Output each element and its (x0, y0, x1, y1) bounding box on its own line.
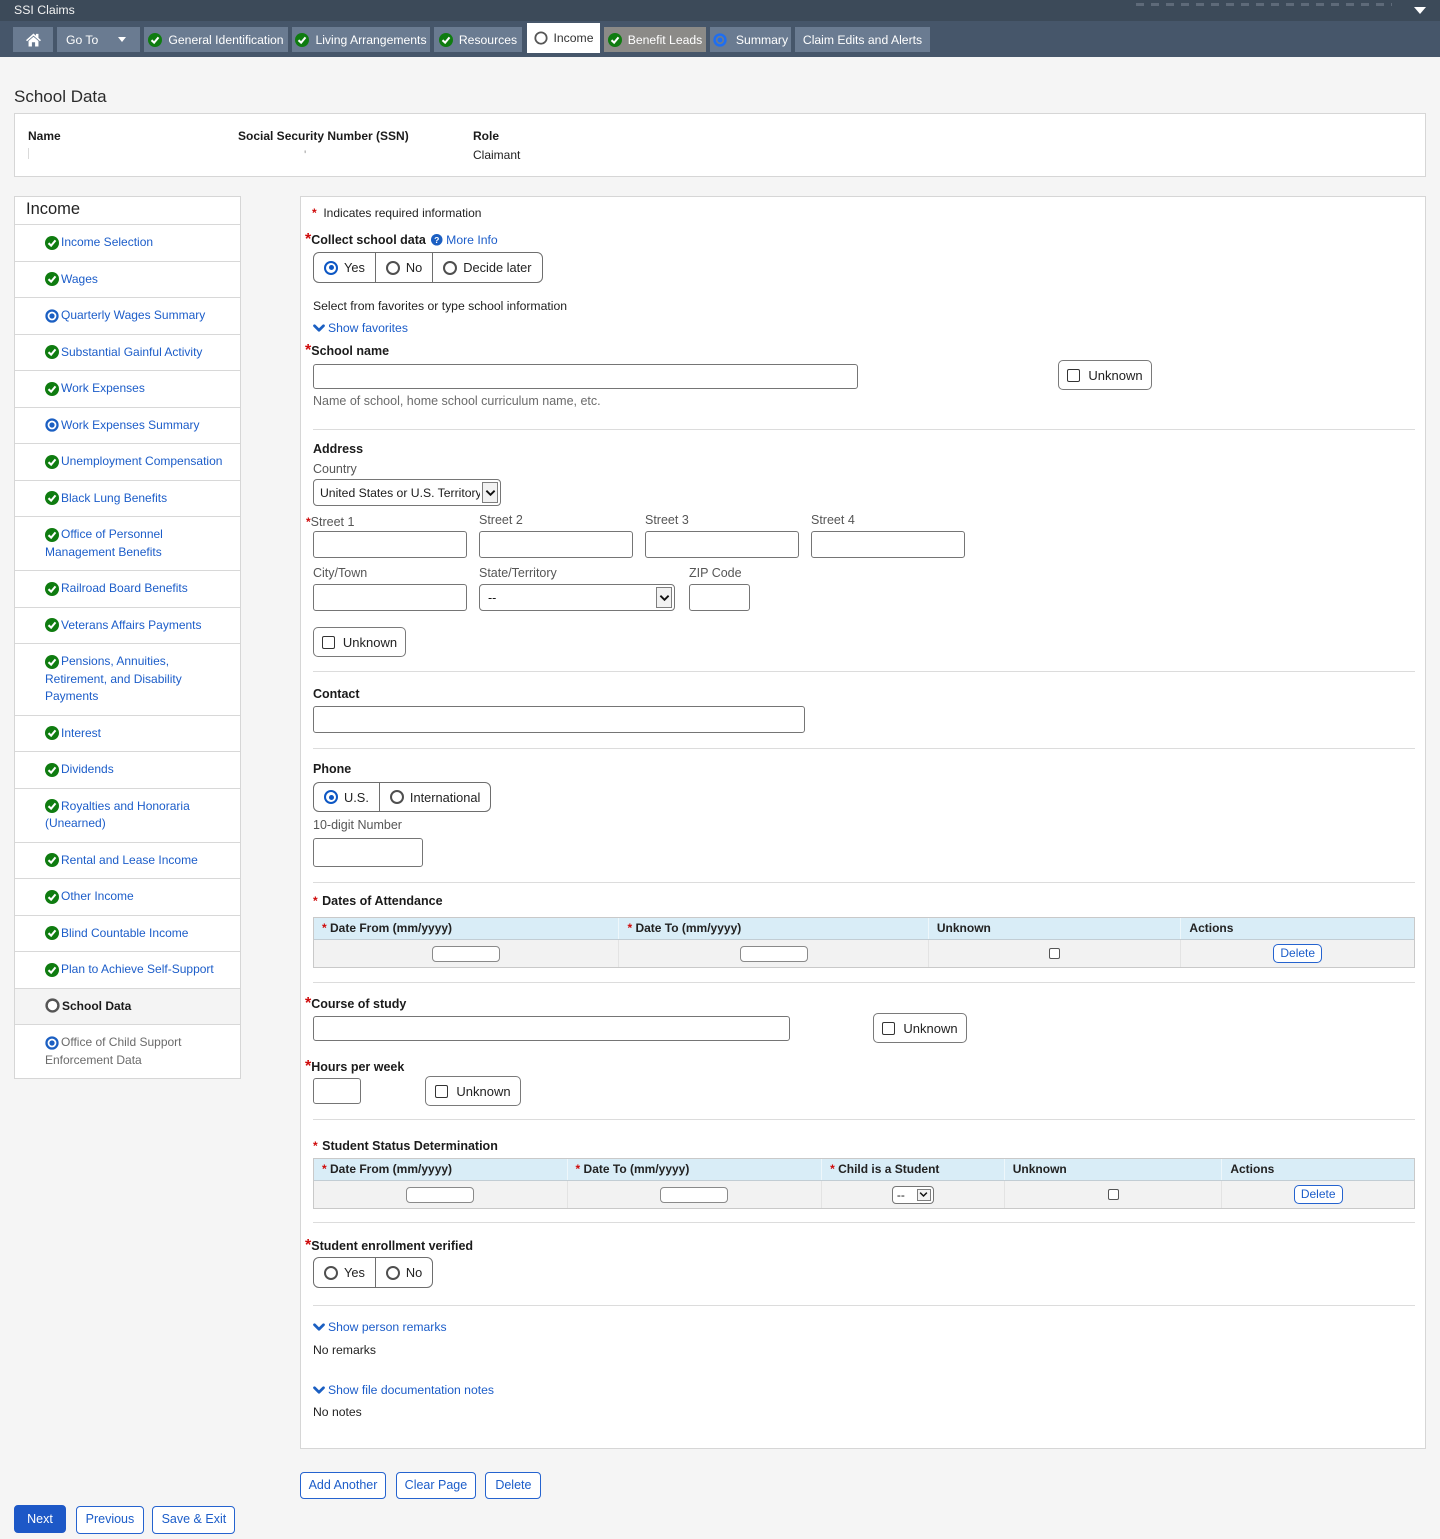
svg-text:?: ? (434, 235, 439, 245)
